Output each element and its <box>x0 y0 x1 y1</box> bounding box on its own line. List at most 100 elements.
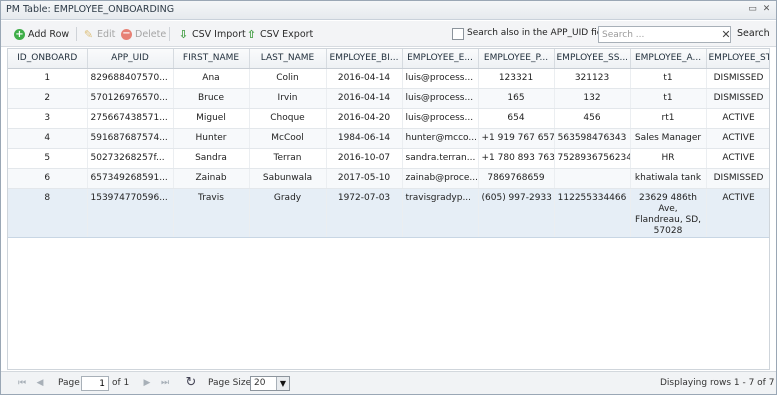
cell-id: 1 <box>8 68 88 89</box>
column-header-last-name[interactable]: LAST_NAME <box>249 49 327 69</box>
cell-status: ACTIVE <box>706 188 769 238</box>
add-row-label: Add Row <box>28 28 70 40</box>
page-size-label: Page Size: <box>208 378 255 388</box>
search-app-uid-checkbox[interactable] <box>452 28 464 40</box>
page-size-select[interactable]: 20 ▼ <box>250 376 290 391</box>
delete-icon: − <box>121 27 132 40</box>
csv-export-button[interactable]: ⇧ CSV Export <box>246 26 313 42</box>
cell-ssn: 112255334466 <box>554 188 631 238</box>
table-row[interactable]: 1 829688407570... Ana Colin 2016-04-14 l… <box>8 68 769 89</box>
cell-birthdate: 1972-07-03 <box>326 188 403 238</box>
delete-button[interactable]: − Delete <box>121 26 166 42</box>
cell-email: hunter@mcco... <box>402 128 479 149</box>
window-titlebar: PM Table: EMPLOYEE_ONBOARDING ▭ ✕ <box>1 1 776 20</box>
first-page-icon[interactable]: ⏮ <box>16 377 28 389</box>
cell-status: ACTIVE <box>706 108 769 129</box>
cell-phone: (605) 997-2933 <box>478 188 555 238</box>
last-page-icon[interactable]: ⏭ <box>159 377 171 389</box>
cell-last-name: Choque <box>249 108 327 129</box>
cell-id: 8 <box>8 188 88 238</box>
cell-address: HR <box>630 148 707 169</box>
close-icon[interactable]: ✕ <box>761 4 772 15</box>
cell-phone: +1 919 767 6573 <box>478 128 555 149</box>
column-header-employee-birthdate[interactable]: EMPLOYEE_BI... <box>326 49 403 69</box>
cell-id: 3 <box>8 108 88 129</box>
cell-first-name: Sandra <box>173 148 250 169</box>
page-number-input[interactable] <box>81 376 109 391</box>
cell-email: luis@process... <box>402 108 479 129</box>
cell-ssn <box>554 168 631 189</box>
table-row[interactable]: 3 275667438571... Miguel Choque 2016-04-… <box>8 108 769 129</box>
cell-app-uid: 657349268591... <box>87 168 174 189</box>
page-size-value: 20 <box>254 378 266 388</box>
column-header-employee-ssn[interactable]: EMPLOYEE_SS... <box>554 49 631 69</box>
cell-birthdate: 2016-10-07 <box>326 148 403 169</box>
column-header-id-onboard[interactable]: ID_ONBOARD <box>8 49 88 69</box>
cell-phone: +1 780 893 7632 <box>478 148 555 169</box>
cell-id: 5 <box>8 148 88 169</box>
table-row[interactable]: 2 570126976570... Bruce Irvin 2016-04-14… <box>8 88 769 109</box>
csv-import-icon: ⇩ <box>178 27 189 41</box>
refresh-icon[interactable]: ↻ <box>184 375 198 390</box>
cell-last-name: Irvin <box>249 88 327 109</box>
cell-address: rt1 <box>630 108 707 129</box>
search-button[interactable]: Search <box>737 28 770 39</box>
cell-phone: 165 <box>478 88 555 109</box>
cell-email: travisgradyp... <box>402 188 479 238</box>
column-header-employee-email[interactable]: EMPLOYEE_E... <box>402 49 479 69</box>
cell-app-uid: 153974770596... <box>87 188 174 238</box>
cell-address: Sales Manager <box>630 128 707 149</box>
cell-birthdate: 2016-04-14 <box>326 88 403 109</box>
column-header-first-name[interactable]: FIRST_NAME <box>173 49 250 69</box>
cell-first-name: Travis <box>173 188 250 238</box>
displaying-rows-text: Displaying rows 1 - 7 of 7 <box>660 378 775 388</box>
cell-app-uid: 591687687574... <box>87 128 174 149</box>
cell-app-uid: 570126976570... <box>87 88 174 109</box>
pencil-icon: ✎ <box>83 27 94 41</box>
csv-export-icon: ⇧ <box>246 27 257 41</box>
page-label: Page <box>58 378 80 388</box>
search-input[interactable] <box>598 26 731 43</box>
cell-first-name: Zainab <box>173 168 250 189</box>
cell-ssn: 7528936756234 <box>554 148 631 169</box>
cell-status: ACTIVE <box>706 128 769 149</box>
cell-birthdate: 1984-06-14 <box>326 128 403 149</box>
restore-icon[interactable]: ▭ <box>747 4 758 15</box>
table-row[interactable]: 6 657349268591... Zainab Sabunwala 2017-… <box>8 168 769 189</box>
cell-last-name: Colin <box>249 68 327 89</box>
cell-birthdate: 2017-05-10 <box>326 168 403 189</box>
table-row[interactable]: 5 50273268257f... Sandra Terran 2016-10-… <box>8 148 769 169</box>
table-row-selected[interactable]: 8 153974770596... Travis Grady 1972-07-0… <box>8 188 769 238</box>
column-header-employee-status[interactable]: EMPLOYEE_ST... <box>706 49 769 69</box>
cell-ssn: 132 <box>554 88 631 109</box>
clear-search-icon[interactable]: ✕ <box>720 26 732 43</box>
prev-page-icon[interactable]: ◀ <box>34 377 46 389</box>
data-grid: ID_ONBOARD APP_UID FIRST_NAME LAST_NAME … <box>7 48 770 370</box>
add-row-button[interactable]: + Add Row <box>14 26 69 42</box>
csv-import-button[interactable]: ⇩ CSV Import <box>178 26 246 42</box>
cell-id: 4 <box>8 128 88 149</box>
cell-last-name: Grady <box>249 188 327 238</box>
cell-email: zainab@proce... <box>402 168 479 189</box>
csv-import-label: CSV Import <box>192 28 246 40</box>
add-icon: + <box>14 28 25 40</box>
cell-phone: 654 <box>478 108 555 129</box>
cell-first-name: Ana <box>173 68 250 89</box>
window-title: PM Table: EMPLOYEE_ONBOARDING <box>6 4 175 15</box>
column-header-employee-phone[interactable]: EMPLOYEE_P... <box>478 49 555 69</box>
column-header-app-uid[interactable]: APP_UID <box>87 49 174 69</box>
csv-export-label: CSV Export <box>260 28 314 40</box>
paging-toolbar: ⏮ ◀ Page of 1 ▶ ⏭ ↻ Page Size: 20 ▼ Disp… <box>1 371 776 394</box>
cell-address: t1 <box>630 88 707 109</box>
grid-table: ID_ONBOARD APP_UID FIRST_NAME LAST_NAME … <box>8 49 769 238</box>
header-row: ID_ONBOARD APP_UID FIRST_NAME LAST_NAME … <box>8 49 769 69</box>
cell-app-uid: 829688407570... <box>87 68 174 89</box>
edit-button[interactable]: ✎ Edit <box>83 26 116 42</box>
table-row[interactable]: 4 591687687574... Hunter McCool 1984-06-… <box>8 128 769 149</box>
search-app-uid-label: Search also in the APP_UID field <box>467 28 611 38</box>
cell-id: 6 <box>8 168 88 189</box>
next-page-icon[interactable]: ▶ <box>141 377 153 389</box>
cell-last-name: Sabunwala <box>249 168 327 189</box>
cell-ssn: 563598476343 <box>554 128 631 149</box>
column-header-employee-address[interactable]: EMPLOYEE_A... <box>630 49 707 69</box>
